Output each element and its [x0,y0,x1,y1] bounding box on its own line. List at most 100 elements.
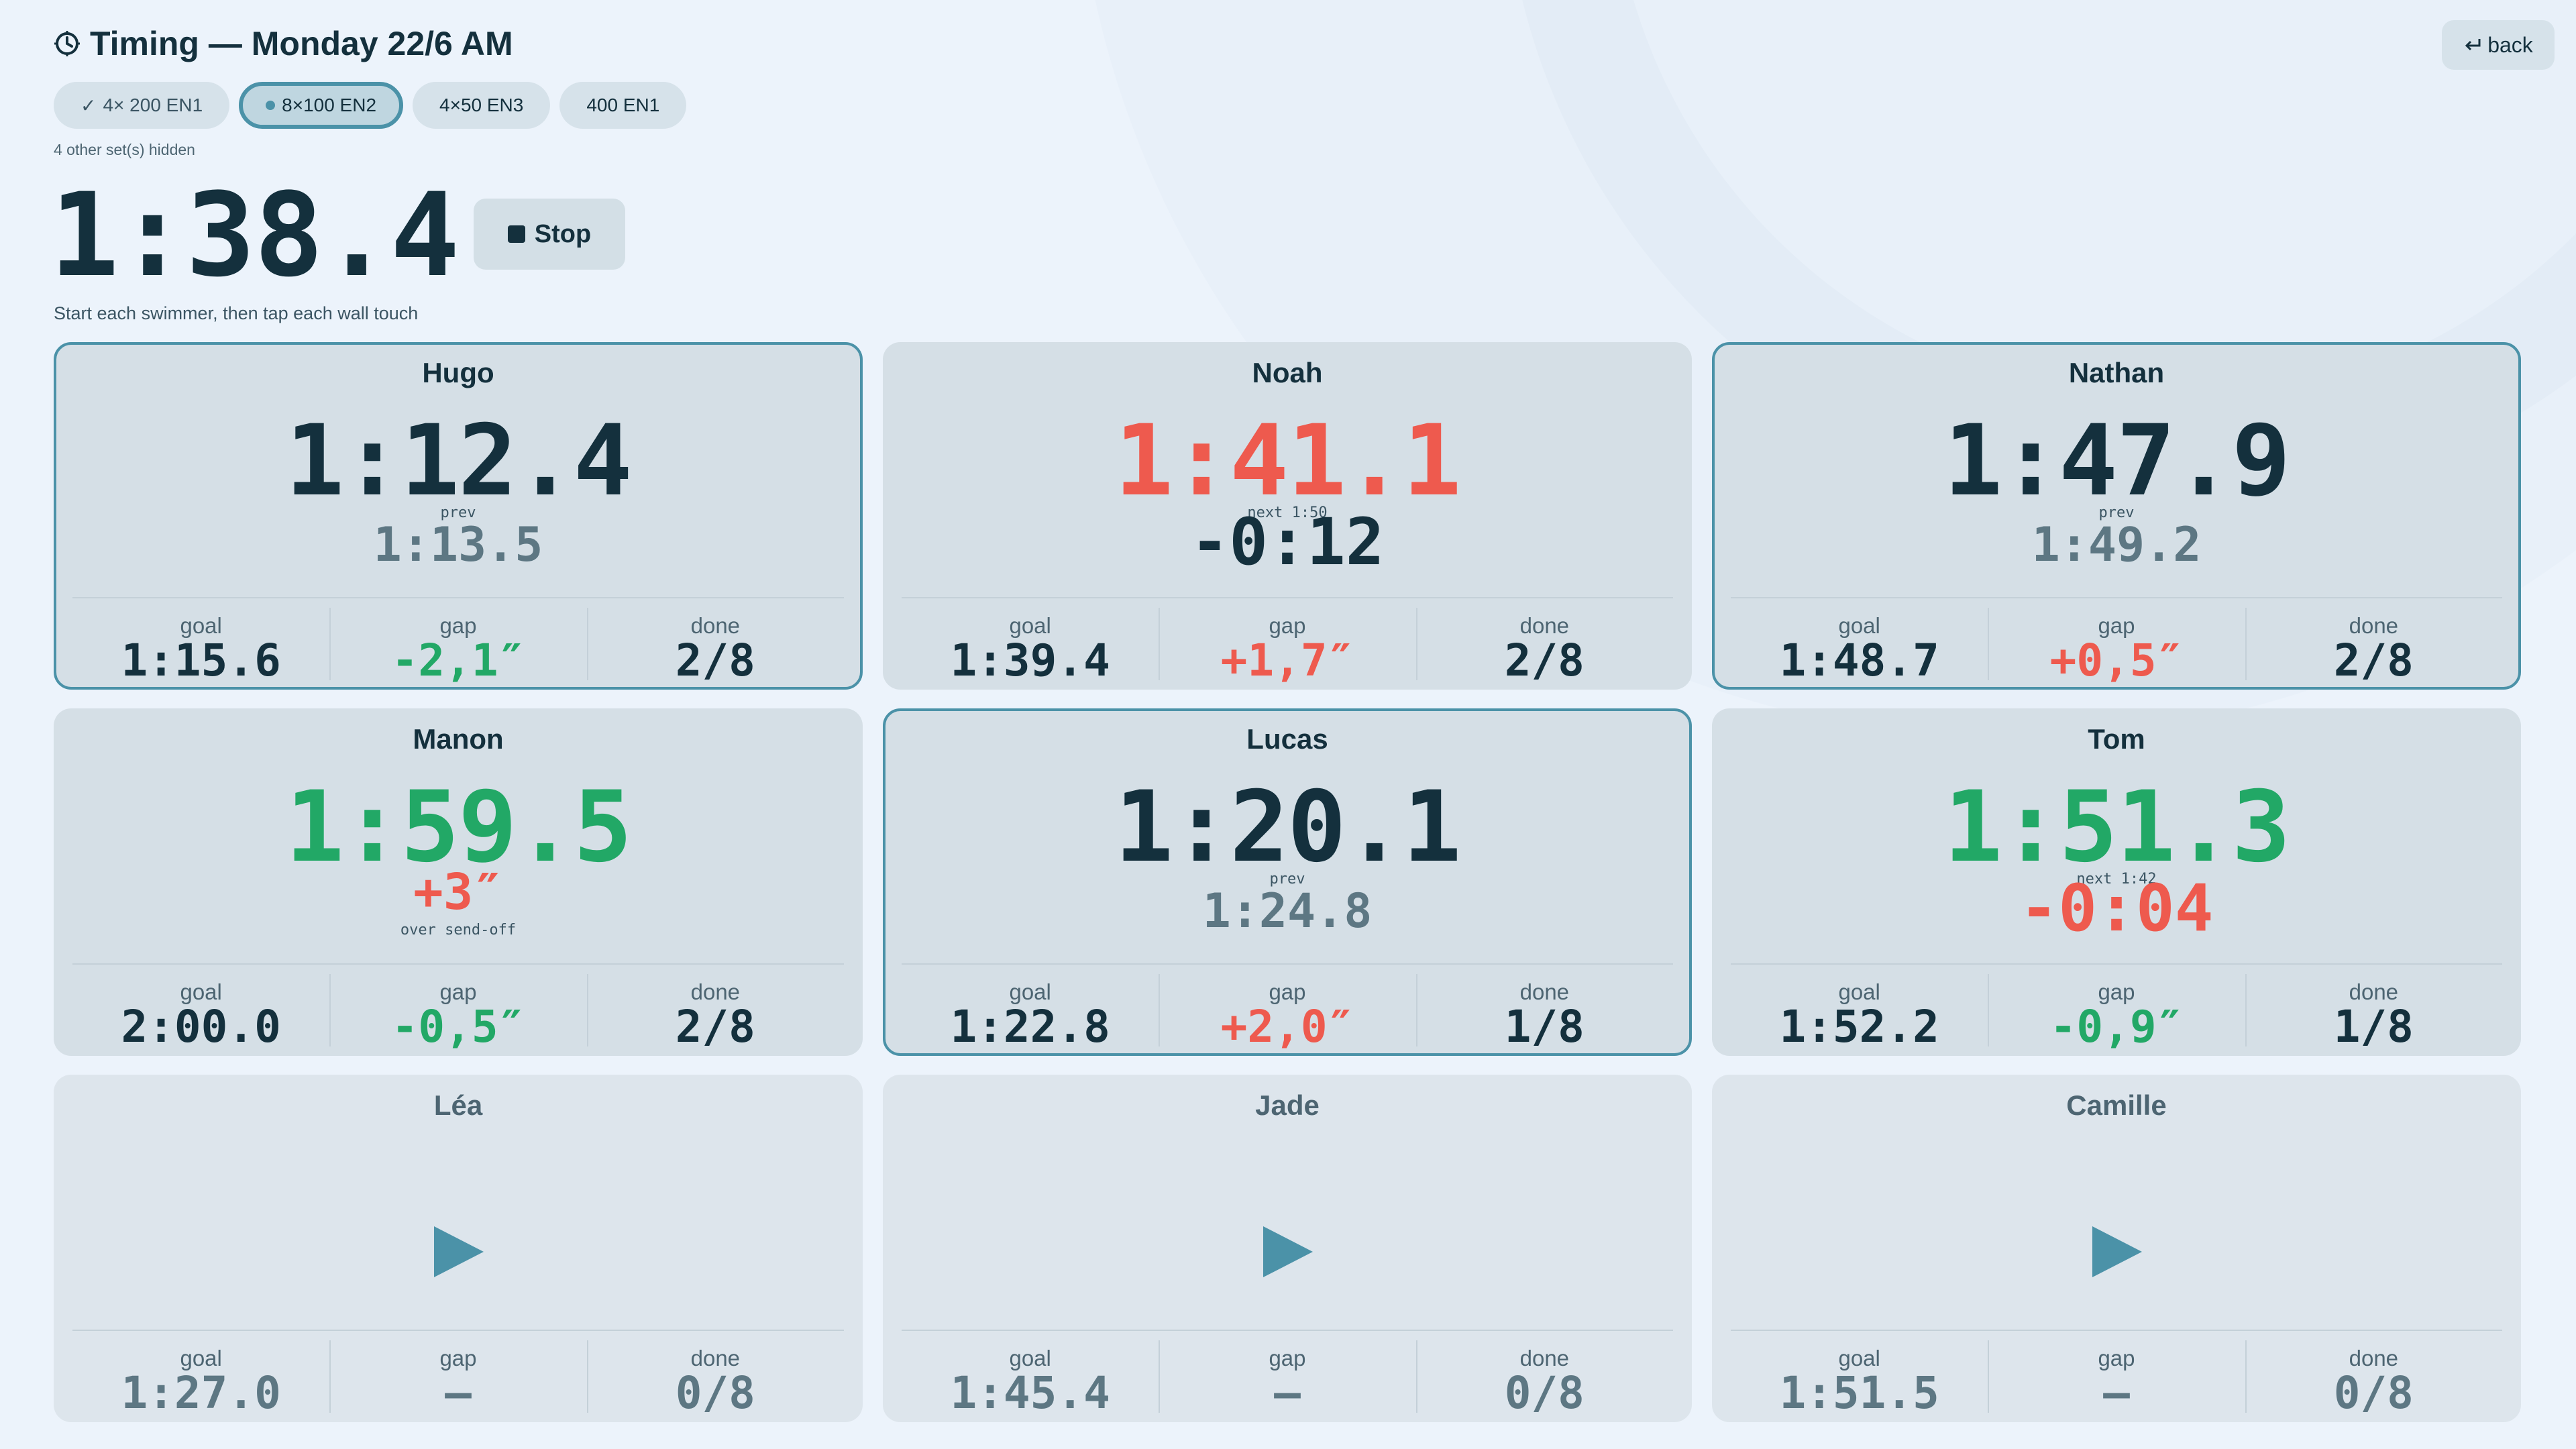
prev-time: 1:13.5 [373,517,543,572]
stat-done: done 2/8 [2245,600,2502,687]
stat-goal: goal 1:27.0 [72,1332,329,1419]
main-timer: 1:38.4 [50,168,460,303]
stat-done: done 0/8 [2245,1332,2502,1419]
over-sendoff-value: +3″ [413,863,503,921]
play-icon[interactable] [2087,1222,2146,1281]
goal-value: 2:00.0 [121,1001,281,1053]
swimmer-stats: goal 1:15.6 gap -2,1″ done 2/8 [72,600,844,687]
set-chip-label: 4× 200 EN1 [103,95,203,115]
swimmer-stats: goal 1:39.4 gap +1,7″ done 2/8 [902,600,1673,687]
set-chip-4x200[interactable]: ✓ 4× 200 EN1 [54,82,230,129]
set-chip-400[interactable]: 400 EN1 [559,82,687,129]
stat-gap: gap +0,5″ [1988,600,2245,687]
swimmer-card-nathan[interactable]: Nathan 1:47.9 prev 1:49.2 goal 1:48.7 ga… [1712,342,2521,690]
stat-done: done 0/8 [1415,1332,1673,1419]
swimmer-name: Noah [1252,357,1323,388]
done-value: 0/8 [675,1367,755,1419]
done-value: 2/8 [675,635,755,686]
play-icon[interactable] [1258,1222,1317,1281]
stat-goal: goal 1:45.4 [902,1332,1159,1419]
stat-gap: gap -2,1″ [329,600,586,687]
swimmer-stats: goal 1:51.5 gap — done 0/8 [1731,1332,2502,1419]
swimmer-name: Manon [413,723,504,755]
prev-time: 1:24.8 [1202,883,1373,938]
done-value: 0/8 [2333,1367,2414,1419]
stop-button[interactable]: Stop [474,199,625,270]
stat-gap: gap -0,5″ [329,966,586,1053]
goal-value: 1:15.6 [121,635,281,686]
swimmer-card-manon[interactable]: Manon 1:59.5 +3″ over send-off goal 2:00… [54,708,863,1056]
stat-done: done 2/8 [586,600,844,687]
swimmer-stats: goal 2:00.0 gap -0,5″ done 2/8 [72,966,844,1053]
stat-done: done 2/8 [1415,600,1673,687]
countdown-value: -0:12 [1190,504,1385,580]
stat-goal: goal 1:51.5 [1731,1332,1988,1419]
stat-goal: goal 1:52.2 [1731,966,1988,1053]
swimmer-name: Nathan [2068,357,2165,388]
instructions: Start each swimmer, then tap each wall t… [54,303,419,323]
swimmer-stats: goal 1:48.7 gap +0,5″ done 2/8 [1731,600,2502,687]
gap-value: +1,7″ [1220,635,1354,686]
goal-value: 1:48.7 [1779,635,1939,686]
swimmer-card-tom[interactable]: Tom 1:51.3 next 1:42 -0:04 goal 1:52.2 g… [1712,708,2521,1056]
swimmer-name: Tom [2088,723,2145,755]
set-chip-label: 400 EN1 [586,95,660,115]
stat-gap: gap +1,7″ [1159,600,1415,687]
done-value: 0/8 [1504,1367,1585,1419]
swimmer-card-camille[interactable]: Camille goal 1:51.5 gap — done 0/8 [1712,1075,2521,1422]
done-value: 2/8 [2333,635,2414,686]
swimmer-stats: goal 1:52.2 gap -0,9″ done 1/8 [1731,966,2502,1053]
divider [1731,1330,2502,1331]
done-value: 2/8 [675,1001,755,1053]
swimmer-grid: Hugo 1:12.4 prev 1:13.5 goal 1:15.6 gap … [54,342,2521,1422]
lap-time: 1:59.5 [285,770,632,884]
stat-goal: goal 1:39.4 [902,600,1159,687]
stop-button-label: Stop [534,219,592,248]
swimmer-name: Jade [1255,1089,1320,1121]
back-button-label: back [2487,32,2533,57]
lap-time: 1:41.1 [1114,404,1461,518]
swimmer-card-lucas[interactable]: Lucas 1:20.1 prev 1:24.8 goal 1:22.8 gap… [883,708,1692,1056]
clock-icon [54,31,80,56]
set-chips: ✓ 4× 200 EN1 8×100 EN2 4×50 EN3 400 EN1 [54,82,687,129]
swimmer-stats: goal 1:22.8 gap +2,0″ done 1/8 [902,966,1673,1053]
swimmer-card-jade[interactable]: Jade goal 1:45.4 gap — done 0/8 [883,1075,1692,1422]
stat-done: done 2/8 [586,966,844,1053]
swimmer-name: Lucas [1246,723,1328,755]
divider [1731,597,2502,598]
page-title: Timing — Monday 22/6 AM [54,20,513,67]
stat-gap: gap — [329,1332,586,1419]
stat-done: done 1/8 [1415,966,1673,1053]
page-title-text: Timing — Monday 22/6 AM [90,25,513,62]
gap-value: -0,5″ [391,1001,525,1053]
swimmer-card-noah[interactable]: Noah 1:41.1 next 1:50 -0:12 goal 1:39.4 … [883,342,1692,690]
lap-time: 1:51.3 [1943,770,2290,884]
dot-icon [266,101,276,110]
set-chip-4x50[interactable]: 4×50 EN3 [413,82,551,129]
swimmer-name: Camille [2066,1089,2167,1121]
lap-time: 1:47.9 [1943,404,2290,518]
goal-value: 1:45.4 [950,1367,1110,1419]
stat-gap: gap — [1988,1332,2245,1419]
stat-done: done 1/8 [2245,966,2502,1053]
back-button[interactable]: back [2442,20,2555,70]
set-chip-8x100[interactable]: 8×100 EN2 [239,82,404,129]
goal-value: 1:51.5 [1779,1367,1939,1419]
stop-square-icon [507,225,525,243]
divider [1731,963,2502,965]
swimmer-card-hugo[interactable]: Hugo 1:12.4 prev 1:13.5 goal 1:15.6 gap … [54,342,863,690]
lap-time: 1:20.1 [1114,770,1461,884]
goal-value: 1:52.2 [1779,1001,1939,1053]
goal-value: 1:22.8 [950,1001,1110,1053]
return-arrow-icon [2465,39,2481,51]
play-icon[interactable] [429,1222,488,1281]
gap-value: — [1274,1367,1301,1419]
stat-goal: goal 1:48.7 [1731,600,1988,687]
swimmer-stats: goal 1:45.4 gap — done 0/8 [902,1332,1673,1419]
timing-page: Timing — Monday 22/6 AM back ✓ 4× 200 EN… [0,0,2576,1449]
set-chip-label: 8×100 EN2 [282,95,377,115]
done-value: 1/8 [1504,1001,1585,1053]
swimmer-card-lea[interactable]: Léa goal 1:27.0 gap — done 0/8 [54,1075,863,1422]
divider [902,597,1673,598]
gap-value: — [2103,1367,2130,1419]
